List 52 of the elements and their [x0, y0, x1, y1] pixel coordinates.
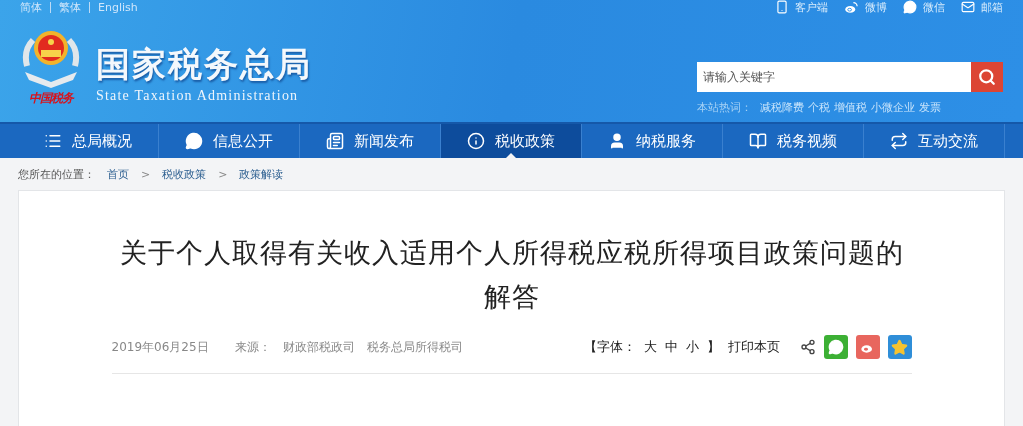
newspaper-icon	[326, 132, 344, 150]
weibo-icon	[844, 0, 859, 15]
tab-pointer	[505, 153, 517, 159]
source-name: 财政部税政司	[282, 338, 355, 356]
search-icon	[978, 68, 996, 86]
bracket-text: 】	[706, 338, 720, 356]
search-button[interactable]	[971, 62, 1003, 92]
hot-words-label: 本站热词：	[697, 100, 752, 115]
wechat-share-icon[interactable]	[823, 335, 848, 359]
site-title: 国家税务总局	[96, 44, 312, 84]
header-link[interactable]: 微博	[844, 0, 887, 15]
logo-script: 中国税务	[29, 90, 73, 107]
nav-tab[interactable]: 纳税服务	[582, 124, 723, 158]
header-link[interactable]: 微信	[903, 0, 945, 15]
font-size-option[interactable]: 小	[685, 338, 699, 356]
nav-tab[interactable]: 互动交流	[864, 124, 1005, 158]
header-link[interactable]: 客户端	[775, 0, 828, 15]
source-name: 税务总局所得税司	[366, 338, 463, 356]
user-icon	[608, 132, 626, 150]
mail-icon	[961, 0, 975, 14]
star-share-icon[interactable]	[887, 335, 912, 359]
nav-tab[interactable]: 信息公开	[159, 124, 300, 158]
font-size-label: 【字体：	[583, 338, 636, 356]
info-icon	[467, 132, 485, 150]
nav-tab[interactable]: 总局概况	[18, 124, 159, 158]
hot-word-link[interactable]: 个税	[808, 100, 830, 115]
article-title: 关于个人取得有关收入适用个人所得税应税所得项目政策问题的解答	[118, 236, 905, 314]
hot-word-link[interactable]: 增值税	[834, 100, 867, 115]
source-label: 来源：	[234, 338, 271, 356]
breadcrumb-separator: >	[141, 167, 151, 181]
share-icon[interactable]	[799, 339, 816, 355]
breadcrumb-separator: >	[218, 167, 228, 181]
site-subtitle: State Taxation Administration	[96, 88, 300, 104]
swap-icon	[890, 132, 908, 150]
menu-icon	[44, 132, 62, 150]
nav-tab[interactable]: 税收政策	[441, 124, 582, 158]
chat-icon	[185, 132, 203, 150]
chat-icon	[903, 0, 917, 14]
search-field[interactable]: 请输入关键字	[697, 62, 971, 92]
weibo-share-icon[interactable]	[855, 335, 880, 359]
phone-icon	[775, 0, 789, 14]
print-link[interactable]: 打印本页	[727, 338, 780, 356]
breadcrumb-link[interactable]: 首页	[107, 166, 129, 182]
breadcrumb-label: 您所在的位置：	[18, 166, 95, 182]
font-size-option[interactable]: 大	[643, 338, 657, 356]
breadcrumb-link[interactable]: 税收政策	[162, 166, 207, 182]
article-date: 2019年06月25日	[111, 338, 209, 356]
breadcrumb-link[interactable]: 政策解读	[239, 166, 284, 182]
header-link[interactable]: 邮箱	[961, 0, 1003, 15]
nav-tab[interactable]: 税务视频	[723, 124, 864, 158]
book-icon	[749, 132, 767, 150]
font-size-option[interactable]: 中	[664, 338, 678, 356]
